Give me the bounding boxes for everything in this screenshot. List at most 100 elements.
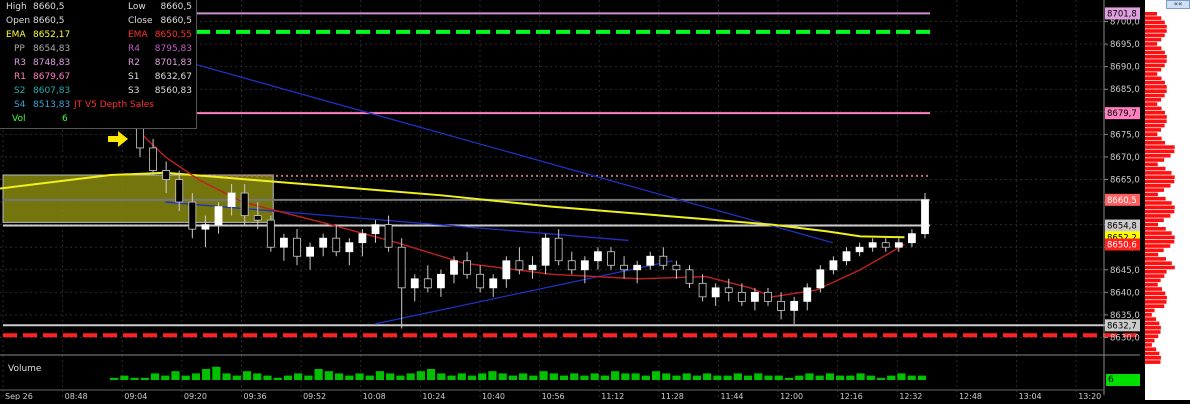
data-box-value: 8607,83 [33, 86, 71, 96]
candle-body [685, 269, 694, 284]
depth-bar [1145, 334, 1159, 339]
depth-bar [1145, 360, 1161, 364]
y-tick-label: 8690,0 [1110, 63, 1140, 73]
volume-bar [907, 375, 916, 380]
price-tag-label: 8660,5 [1107, 196, 1137, 206]
depth-bar [1145, 184, 1171, 188]
data-box-row: S4 8513,83 JT V5 Depth Sales [0, 100, 196, 114]
depth-bar [1145, 33, 1165, 38]
volume-bar [590, 373, 599, 380]
volume-bar [743, 375, 753, 380]
data-box-label: High [6, 2, 27, 12]
volume-bar [478, 373, 487, 380]
volume-bar [672, 375, 681, 380]
volume-bar [846, 375, 855, 380]
data-box-label: S1 [128, 72, 140, 82]
depth-bar [1145, 278, 1161, 283]
depth-bar [1145, 196, 1166, 201]
volume-bar [242, 371, 252, 380]
candle-body [528, 264, 537, 271]
depth-bar [1145, 179, 1175, 184]
volume-bar [795, 375, 804, 380]
volume-bar [345, 375, 354, 380]
depth-bar [1145, 55, 1167, 59]
candle-body [423, 278, 432, 289]
volume-bar [508, 375, 517, 380]
depth-bar [1145, 244, 1171, 248]
x-tick-label: 12:32 [899, 392, 922, 400]
candle-body [921, 199, 929, 235]
volume-bar [866, 375, 875, 380]
volume-label: Volume [8, 364, 42, 374]
depth-bar [1145, 356, 1161, 360]
depth-bar [1145, 227, 1166, 231]
candle-body [646, 255, 655, 266]
data-box-value: 8654,83 [33, 44, 71, 54]
depth-bar [1145, 136, 1162, 141]
volume-bar [887, 375, 896, 380]
data-box-label: S2 [14, 86, 26, 96]
depth-bar [1145, 106, 1162, 111]
depth-of-market-panel[interactable] [1145, 0, 1190, 400]
volume-bar [181, 375, 190, 380]
depth-bar [1145, 12, 1157, 16]
candle-body [855, 246, 864, 253]
candle-body [515, 260, 524, 271]
depth-histogram [1145, 12, 1175, 364]
candle-body [672, 264, 681, 271]
volume-bar [917, 375, 926, 380]
candle-body [764, 291, 772, 302]
scroll-left-button[interactable]: «« [1166, 0, 1190, 9]
x-tick-label: 09:36 [243, 392, 266, 400]
volume-bar [764, 375, 773, 380]
data-box-value: 8660,5 [33, 16, 65, 26]
candle-body [149, 147, 157, 171]
volume-bar [191, 373, 201, 380]
volume-bar [416, 371, 425, 380]
depth-bar [1145, 67, 1162, 72]
y-tick-label: 8665,0 [1110, 176, 1140, 186]
depth-bar [1145, 343, 1152, 347]
time-axis[interactable]: Sep 26 08:48 09:04 09:20 09:36 09:52 10:08 10:2… [0, 389, 1104, 400]
volume-bar [600, 375, 610, 380]
volume-bar [120, 375, 129, 380]
depth-bar [1145, 351, 1160, 356]
depth-bar [1145, 141, 1166, 145]
volume-bar [733, 373, 742, 380]
x-tick-label: 12:16 [840, 392, 863, 400]
candle-body [698, 282, 707, 298]
data-box-row: Open 8660,5 Close 8660,5 [0, 16, 196, 30]
candle-body [371, 224, 380, 235]
x-tick-label: 09:04 [124, 392, 147, 400]
volume-bar [437, 373, 446, 380]
depth-bar [1145, 72, 1158, 76]
candle-body [908, 233, 916, 244]
volume-bar [549, 373, 558, 380]
depth-bar [1145, 201, 1172, 205]
depth-bar [1145, 63, 1165, 68]
volume-bar [222, 373, 231, 380]
price-tag-label: 8650,6 [1107, 241, 1137, 251]
depth-bar [1145, 265, 1175, 270]
y-tick-label: 8695,0 [1110, 40, 1140, 50]
price-tag-label: 8632,7 [1107, 321, 1137, 331]
volume-value: 6 [1106, 374, 1140, 386]
data-box-label: R4 [128, 44, 140, 54]
depth-bar [1145, 102, 1158, 106]
depth-bar [1145, 313, 1152, 317]
price-tag-label: 8654,8 [1107, 222, 1137, 232]
data-box-value: 8650,55 [154, 30, 192, 40]
volume-bar [396, 375, 405, 380]
volume-bar [641, 375, 650, 380]
volume-bar [212, 366, 221, 380]
data-box-label: Vol [12, 114, 26, 124]
volume-bar [232, 375, 241, 380]
candle-body [633, 264, 642, 271]
volume-bar [447, 375, 456, 380]
depth-bar [1145, 295, 1167, 300]
candle-body [463, 260, 471, 275]
depth-bar [1145, 192, 1158, 197]
data-box-row: R1 8679,67 S1 8632,67 [0, 72, 196, 86]
y-tick-label: 8630,0 [1110, 333, 1140, 343]
depth-bar [1145, 50, 1165, 55]
